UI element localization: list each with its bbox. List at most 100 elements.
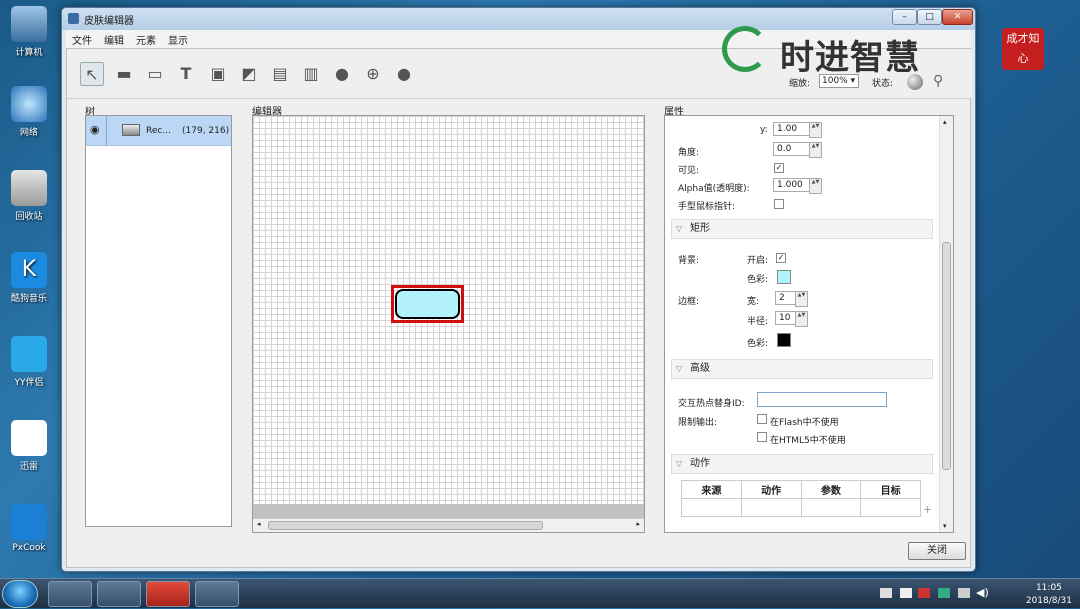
col-source[interactable]: 来源: [681, 480, 742, 499]
folder-tool-icon[interactable]: ▬: [112, 62, 136, 86]
visible-label: 可见:: [678, 166, 700, 176]
desktop-label: YY伴侣: [14, 378, 44, 388]
advanced-section-header[interactable]: 高级: [671, 359, 933, 379]
menu-element[interactable]: 元素: [130, 30, 162, 49]
rectangle-tool-icon[interactable]: ▭: [143, 62, 167, 86]
border-label: 边框:: [678, 297, 700, 307]
tray-app-icon[interactable]: [880, 588, 892, 598]
desktop-icon-pxcook[interactable]: PxCook: [3, 504, 55, 553]
html5-label: 在HTML5中不使用: [770, 436, 846, 446]
add-action-icon[interactable]: +: [923, 503, 932, 516]
border-color-label: 色彩:: [747, 339, 769, 349]
flash-label: 在Flash中不使用: [770, 418, 839, 428]
radius-input[interactable]: 10: [775, 311, 808, 327]
scroll-right-icon[interactable]: ▸: [636, 520, 640, 528]
tree-item[interactable]: ◉ Rec... (179, 216): [86, 116, 231, 146]
alpha-input[interactable]: 1.000: [773, 178, 822, 194]
xunlei-icon: [11, 420, 47, 456]
editor-canvas[interactable]: ◂ ▸: [252, 115, 645, 533]
image-tool-icon[interactable]: ▣: [206, 62, 230, 86]
brand-logo-text: 时进智慧: [780, 38, 920, 78]
col-params[interactable]: 参数: [800, 480, 862, 499]
radius-label: 半径:: [747, 317, 769, 327]
angle-input[interactable]: 0.0: [773, 142, 822, 158]
bg-color-swatch[interactable]: [777, 270, 791, 284]
close-button[interactable]: 关闭: [908, 542, 966, 560]
menu-view[interactable]: 显示: [162, 30, 194, 49]
scroll-down-icon[interactable]: ▾: [943, 522, 947, 530]
flash-checkbox[interactable]: [757, 414, 767, 424]
desktop-icon-yy[interactable]: YY伴侣: [3, 336, 55, 388]
desktop-icon-computer[interactable]: 计算机: [3, 6, 55, 58]
taskbar-explorer-icon[interactable]: [48, 581, 92, 607]
window-title: 皮肤编辑器: [84, 16, 134, 27]
clock-time: 11:05: [1035, 583, 1062, 593]
desktop-icon-network[interactable]: 网络: [3, 86, 55, 138]
bg-label: 背景:: [678, 256, 700, 266]
maximize-button[interactable]: □: [917, 9, 942, 25]
kugou-icon: K: [11, 252, 47, 288]
tray-alert-icon[interactable]: [918, 588, 930, 598]
section-title: 动作: [690, 458, 710, 469]
y-input[interactable]: 1.00: [773, 122, 822, 138]
menu-file[interactable]: 文件: [66, 30, 98, 49]
scroll-up-icon[interactable]: ▴: [943, 118, 947, 126]
html5-checkbox[interactable]: [757, 432, 767, 442]
taskbar-player-icon[interactable]: [146, 581, 190, 607]
rectangle-element[interactable]: [395, 289, 460, 319]
limit-output-label: 限制输出:: [678, 418, 718, 428]
vertical-scroll-thumb[interactable]: [942, 242, 951, 470]
horizontal-scroll-thumb[interactable]: [268, 521, 543, 530]
desktop-label: 计算机: [15, 48, 43, 58]
crosshair-tool-icon[interactable]: ⊕: [361, 62, 385, 86]
tray-display-icon[interactable]: [958, 588, 970, 598]
taskbar-app-icon[interactable]: [97, 581, 141, 607]
action-header-row: 来源 动作 参数 目标: [681, 480, 921, 499]
table-row[interactable]: [681, 498, 921, 517]
search-icon[interactable]: ⚲: [933, 73, 943, 89]
tray-network-icon[interactable]: [900, 588, 912, 598]
taskbar-skin-editor-icon[interactable]: [195, 581, 239, 607]
scroll-left-icon[interactable]: ◂: [257, 520, 261, 528]
button-tool-icon[interactable]: ◩: [237, 62, 261, 86]
border-width-input[interactable]: 2: [775, 291, 808, 307]
border-color-swatch[interactable]: [777, 333, 791, 347]
properties-scrollbar[interactable]: ▴ ▾: [939, 116, 953, 532]
text-tool-icon[interactable]: T: [174, 62, 198, 86]
col-action[interactable]: 动作: [740, 480, 802, 499]
volume-icon[interactable]: ◀): [976, 586, 989, 599]
rect-section-header[interactable]: 矩形: [671, 219, 933, 239]
globe-tool-icon[interactable]: ●: [330, 62, 354, 86]
selection-box[interactable]: [391, 285, 464, 323]
desktop-icon-xunlei[interactable]: 迅雷: [3, 420, 55, 472]
pxcook-icon: [11, 504, 47, 540]
hotspot-id-input[interactable]: [757, 392, 887, 407]
script-tool-icon[interactable]: ▥: [299, 62, 323, 86]
section-title: 矩形: [690, 223, 710, 234]
hand-cursor-checkbox[interactable]: [774, 199, 784, 209]
visible-checkbox[interactable]: ✓: [774, 163, 784, 173]
desktop-icon-kugou[interactable]: K 酷狗音乐: [3, 252, 55, 304]
pointer-tool-icon[interactable]: ↖: [80, 62, 104, 86]
bg-on-label: 开启:: [747, 256, 769, 266]
desktop-icon-recycle[interactable]: 回收站: [3, 170, 55, 222]
pin-tool-icon[interactable]: ●: [392, 62, 416, 86]
action-section-header[interactable]: 动作: [671, 454, 933, 474]
tray-shield-icon[interactable]: [938, 588, 950, 598]
hotspot-id-label: 交互热点替身ID:: [678, 399, 745, 409]
system-tray: ◀) 11:05 2018/8/31: [860, 579, 1080, 609]
eye-icon[interactable]: ◉: [90, 123, 100, 136]
close-window-button[interactable]: ✕: [942, 9, 973, 25]
tree-item-position: (179, 216): [182, 126, 230, 136]
desktop-label: 网络: [19, 128, 38, 138]
minimize-button[interactable]: –: [892, 9, 917, 25]
skin-editor-window: 皮肤编辑器 – □ ✕ 文件 编辑 元素 显示 ↖ ▬ ▭ T ▣ ◩ ▤ ▥ ● ⊕…: [61, 7, 976, 572]
start-button[interactable]: [2, 580, 38, 608]
svg-tool-icon[interactable]: ▤: [268, 62, 292, 86]
clock[interactable]: 11:05 2018/8/31: [1026, 582, 1072, 608]
horizontal-scrollbar[interactable]: ◂ ▸: [253, 518, 644, 532]
menu-edit[interactable]: 编辑: [98, 30, 130, 49]
desktop-label: 回收站: [15, 212, 43, 222]
col-target[interactable]: 目标: [860, 480, 921, 499]
bg-on-checkbox[interactable]: ✓: [776, 253, 786, 263]
